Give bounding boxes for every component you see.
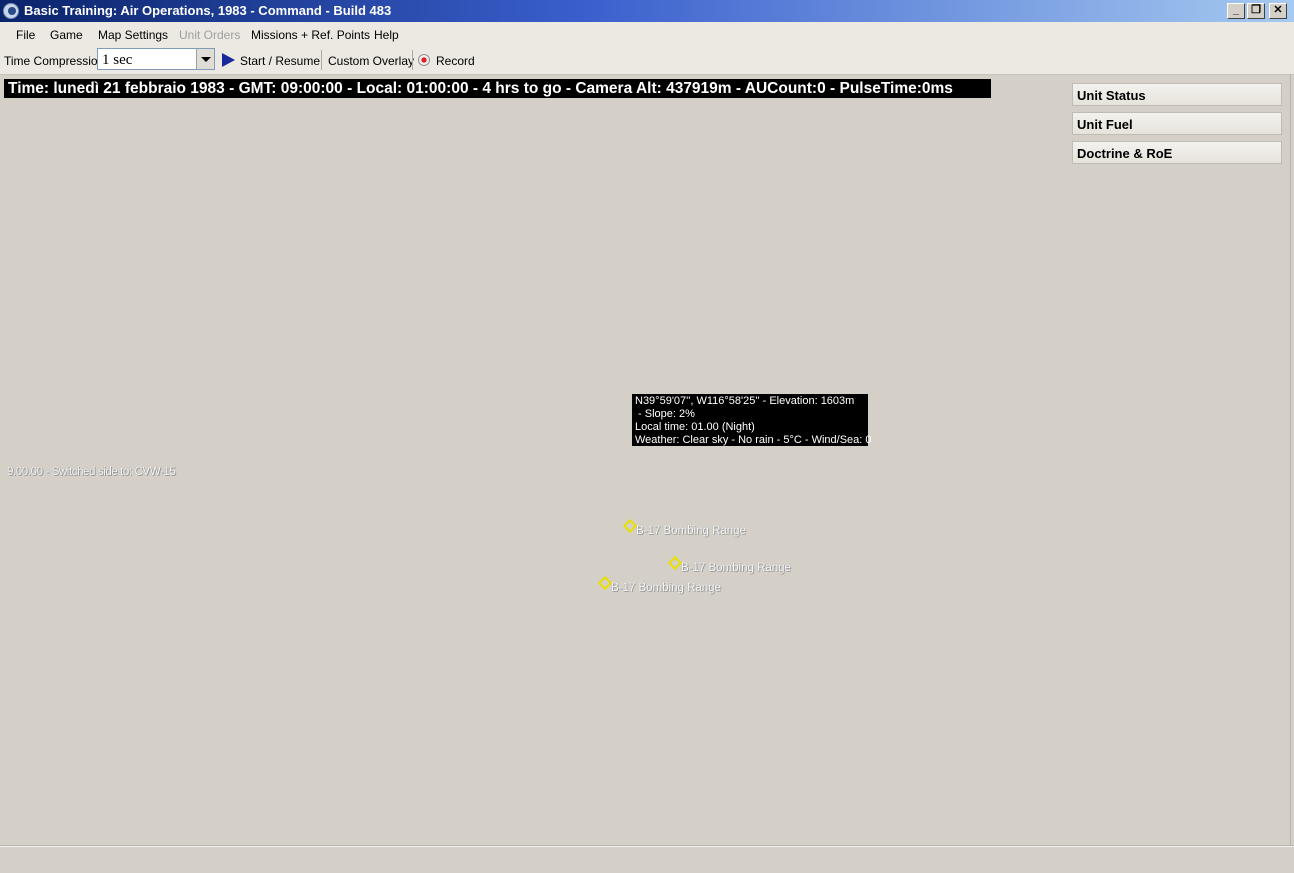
time-compression-value: 1 sec — [102, 52, 133, 68]
start-resume-button[interactable]: Start / Resume — [240, 54, 320, 68]
menu-game[interactable]: Game — [50, 28, 83, 42]
tooltip-line-weather: Weather: Clear sky - No rain - 5°C - Win… — [635, 434, 872, 446]
play-icon[interactable] — [222, 53, 235, 67]
time-compression-select[interactable]: 1 sec — [97, 48, 215, 70]
record-icon[interactable] — [418, 54, 430, 66]
reference-point-marker[interactable] — [667, 555, 683, 571]
unit-fuel-button[interactable]: Unit Fuel — [1072, 112, 1282, 135]
time-info-text: Time: lunedì 21 febbraio 1983 - GMT: 09:… — [8, 80, 953, 97]
map-cursor-tooltip: N39°59'07'', W116°58'25'' - Elevation: 1… — [632, 394, 872, 446]
toolbar-separator — [412, 50, 413, 70]
reference-point-marker[interactable] — [597, 575, 613, 591]
menu-unit-orders[interactable]: Unit Orders — [179, 28, 240, 42]
menu-file[interactable]: File — [16, 28, 35, 42]
menu-bar: File Game Map Settings Unit Orders Missi… — [0, 22, 1294, 46]
reference-point-label[interactable]: B-17 Bombing Range — [681, 562, 791, 574]
unit-status-button[interactable]: Unit Status — [1072, 83, 1282, 106]
record-button[interactable]: Record — [436, 54, 475, 68]
menu-map-settings[interactable]: Map Settings — [98, 28, 168, 42]
menu-missions-ref-points[interactable]: Missions + Ref. Points — [251, 28, 370, 42]
unit-fuel-label: Unit Fuel — [1077, 117, 1133, 132]
doctrine-roe-button[interactable]: Doctrine & RoE — [1072, 141, 1282, 164]
time-info-bar: Time: lunedì 21 febbraio 1983 - GMT: 09:… — [4, 79, 991, 98]
close-button[interactable]: ✕ — [1269, 3, 1287, 19]
minimize-button[interactable]: _ — [1227, 3, 1245, 19]
tooltip-line-slope: - Slope: 2% — [635, 408, 695, 420]
reference-point-marker[interactable] — [622, 518, 638, 534]
menu-help[interactable]: Help — [374, 28, 399, 42]
time-compression-label: Time Compression: — [4, 54, 108, 68]
doctrine-roe-label: Doctrine & RoE — [1077, 146, 1173, 161]
chevron-down-icon[interactable] — [196, 49, 214, 69]
tooltip-line-local-time: Local time: 01.00 (Night) — [635, 421, 755, 433]
map-border — [1290, 74, 1291, 846]
custom-overlay-button[interactable]: Custom Overlay — [328, 54, 414, 68]
restore-button[interactable]: ❐ — [1247, 3, 1265, 19]
toolbar-separator — [321, 50, 322, 70]
status-bar — [0, 845, 1294, 873]
toolbar: Time Compression: 1 sec Start / Resume C… — [0, 46, 1294, 75]
message-log-entry: 9.00.00 - Switched side to: CVW-15 — [7, 466, 176, 478]
tooltip-line-coords: N39°59'07'', W116°58'25'' - Elevation: 1… — [635, 395, 855, 407]
title-bar: Basic Training: Air Operations, 1983 - C… — [0, 0, 1294, 22]
unit-status-label: Unit Status — [1077, 88, 1146, 103]
reference-point-label[interactable]: B-17 Bombing Range — [636, 525, 746, 537]
window-title: Basic Training: Air Operations, 1983 - C… — [24, 3, 392, 18]
reference-point-label[interactable]: B-17 Bombing Range — [611, 582, 721, 594]
app-icon[interactable] — [3, 3, 19, 19]
